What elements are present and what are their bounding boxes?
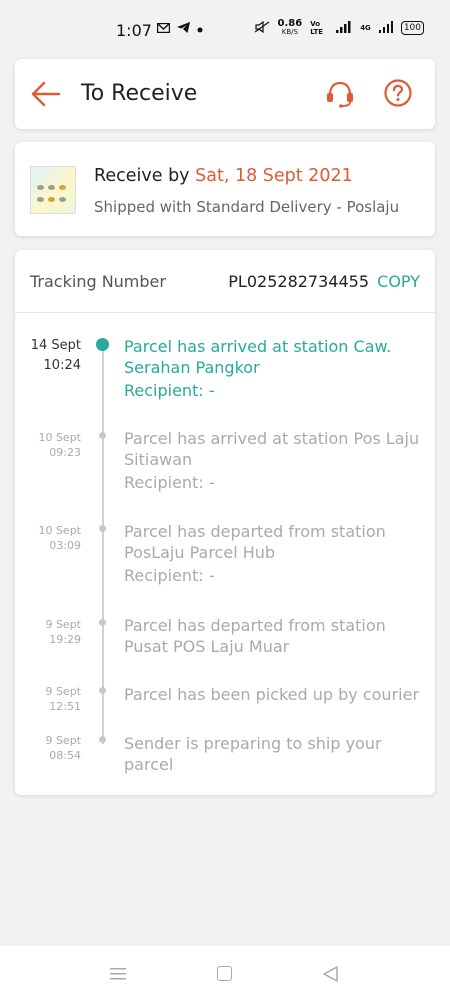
- notification-dot-icon: [197, 22, 203, 36]
- status-time: 1:07: [116, 21, 152, 40]
- battery-icon: 100: [400, 21, 424, 35]
- status-bar: 1:07 0.86 KB/S Vo LTE 4G 100: [0, 0, 450, 58]
- signal-icon: [336, 20, 352, 36]
- event-date: 10 Sept 03:09: [38, 524, 81, 552]
- event-dot-icon: [99, 432, 106, 439]
- headset-icon[interactable]: [324, 78, 356, 110]
- tracking-number-row: Tracking Number PL025282734455 COPY: [15, 250, 435, 313]
- event-dot-icon: [96, 338, 109, 351]
- timeline-line: [102, 344, 104, 744]
- telegram-icon: [177, 22, 190, 36]
- event-text: Parcel has departed from station Pusat P…: [124, 616, 386, 656]
- event-text: Parcel has arrived at station Pos Laju S…: [124, 428, 424, 493]
- event-dot-icon: [99, 736, 106, 743]
- tracking-label: Tracking Number: [30, 272, 166, 291]
- help-icon[interactable]: [384, 79, 412, 107]
- system-nav-bar: [0, 945, 450, 1001]
- event-text: Sender is preparing to ship your parcel: [124, 734, 382, 774]
- page-title: To Receive: [81, 81, 198, 106]
- product-thumbnail: [30, 166, 76, 214]
- event-date: 9 Sept 19:29: [45, 618, 81, 646]
- header-bar: To Receive: [15, 59, 435, 129]
- event-date: 9 Sept 12:51: [45, 685, 81, 713]
- shipping-info: Shipped with Standard Delivery - Poslaju: [94, 198, 400, 216]
- event-date: 9 Sept 08:54: [45, 734, 81, 762]
- lte-label: 4G: [360, 24, 371, 32]
- receive-prefix: Receive by: [94, 166, 190, 186]
- menu-icon[interactable]: [110, 966, 126, 980]
- tracking-number: PL025282734455: [228, 272, 369, 291]
- tracking-card: Tracking Number PL025282734455 COPY 14 S…: [15, 250, 435, 795]
- event-date: 10 Sept 09:23: [38, 431, 81, 459]
- event-recipient: Recipient: -: [124, 473, 215, 492]
- receive-date: Sat, 18 Sept 2021: [195, 166, 353, 186]
- delivery-card[interactable]: Receive by Sat, 18 Sept 2021 Shipped wit…: [15, 142, 435, 236]
- event-dot-icon: [99, 619, 106, 626]
- volte-label: Vo LTE: [310, 20, 324, 36]
- back-arrow-icon[interactable]: [31, 80, 61, 108]
- mute-icon: [254, 20, 270, 36]
- home-icon[interactable]: [217, 966, 232, 981]
- net-speed: 0.86 KB/S: [277, 18, 303, 37]
- event-recipient: Recipient: -: [124, 566, 215, 585]
- copy-button[interactable]: COPY: [377, 272, 420, 291]
- event-dot-icon: [99, 525, 106, 532]
- event-date: 14 Sept 10:24: [30, 338, 81, 373]
- event-recipient: Recipient: -: [124, 381, 215, 400]
- receive-by-line: Receive by Sat, 18 Sept 2021: [94, 166, 353, 186]
- back-icon[interactable]: [322, 965, 340, 983]
- event-text: Parcel has arrived at station Caw. Serah…: [124, 336, 424, 401]
- event-text: Parcel has departed from station PosLaju…: [124, 521, 424, 586]
- event-text: Parcel has been picked up by courier: [124, 685, 420, 704]
- event-dot-icon: [99, 687, 106, 694]
- gmail-icon: [156, 22, 171, 36]
- signal-2-icon: [378, 20, 393, 36]
